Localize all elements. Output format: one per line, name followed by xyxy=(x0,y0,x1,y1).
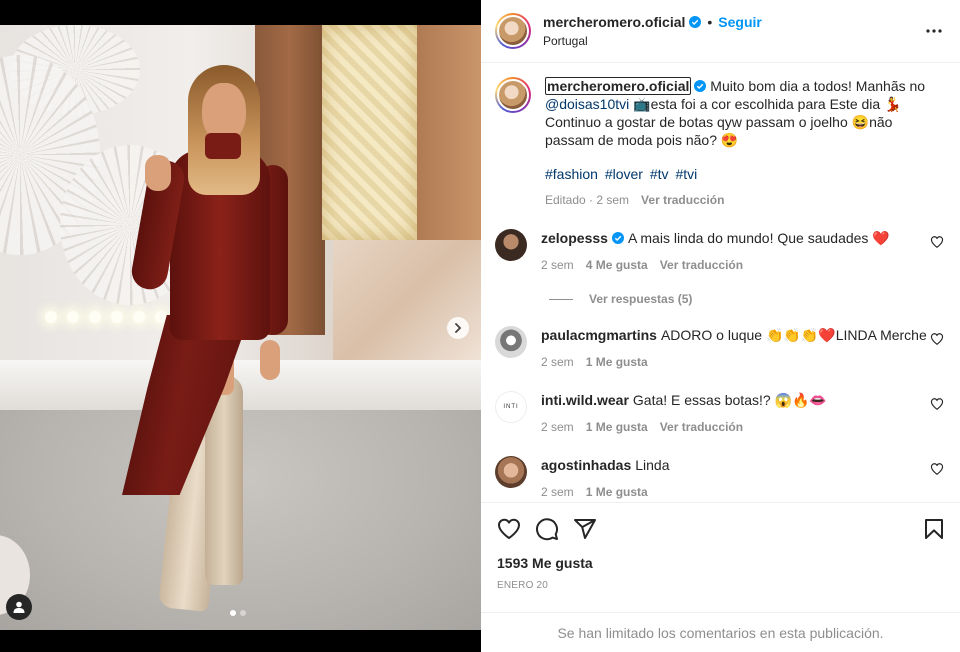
heart-icon[interactable] xyxy=(497,517,521,541)
decor-panel xyxy=(417,25,481,240)
post-date[interactable]: Enero 20 xyxy=(497,580,946,591)
tagged-users-button[interactable] xyxy=(6,594,32,620)
verified-badge-icon xyxy=(694,80,707,92)
laughing-emoji: 😆 xyxy=(851,114,870,130)
hashtag[interactable]: #tvi xyxy=(675,166,697,182)
caption-text: Continuo a gostar de botas qyw passam o … xyxy=(545,114,852,130)
hashtag-list: #fashion #lover #tv #tvi xyxy=(545,165,944,183)
comment-text: Gata! E essas botas!? 😱🔥👄 xyxy=(632,392,827,408)
post-sidebar: mercheromero.oficial • Seguir Portugal m… xyxy=(481,0,960,652)
comment-text: A mais linda do mundo! Que saudades ❤️ xyxy=(627,230,890,246)
author-username[interactable]: mercheromero.oficial xyxy=(543,14,685,30)
comment-text: ADORO o luque 👏👏👏❤️LINDA Merche xyxy=(660,327,927,343)
verified-badge-icon xyxy=(611,232,624,244)
comment-like-heart-icon[interactable] xyxy=(930,235,944,249)
decor-panel xyxy=(333,240,481,360)
post-photo[interactable] xyxy=(0,25,481,630)
next-image-button[interactable] xyxy=(447,317,469,339)
share-icon[interactable] xyxy=(573,517,597,541)
comments-limited-notice: Se han limitado los comentarios en esta … xyxy=(481,612,960,652)
post-media xyxy=(0,0,481,652)
hashtag[interactable]: #lover xyxy=(605,166,643,182)
hand xyxy=(260,340,280,380)
post-location[interactable]: Portugal xyxy=(543,34,922,48)
comment-item: INTI inti.wild.wear Gata! E essas botas!?… xyxy=(495,391,944,436)
carousel-dot xyxy=(230,610,236,616)
comment-time: 2 sem xyxy=(541,485,574,499)
carousel-indicator xyxy=(230,610,246,616)
user-tag-icon xyxy=(13,601,25,613)
comment-item: zelopesss A mais linda do mundo! Que saud… xyxy=(495,229,944,274)
comment-translate-link[interactable]: Ver traducción xyxy=(660,256,743,274)
comments-list[interactable]: mercheromero.oficial Muito bom dia a tod… xyxy=(481,63,960,502)
tv-emoji: 📺 xyxy=(629,96,651,112)
comment-username[interactable]: inti.wild.wear xyxy=(541,392,629,408)
view-replies-label: Ver respuestas (5) xyxy=(589,292,693,306)
replies-divider xyxy=(549,298,573,300)
commenter-avatar[interactable]: INTI xyxy=(495,391,527,423)
comment-likes[interactable]: 1 Me gusta xyxy=(586,353,648,371)
likes-count[interactable]: 1593 Me gusta xyxy=(497,555,946,571)
neck xyxy=(205,133,241,159)
caption-text: esta foi a cor escolhida para Este dia xyxy=(650,96,885,112)
more-options-icon xyxy=(926,29,942,33)
more-options-button[interactable] xyxy=(922,19,946,43)
comment-username[interactable]: agostinhadas xyxy=(541,457,631,473)
comment-like-heart-icon[interactable] xyxy=(930,397,944,411)
hand xyxy=(145,155,171,191)
bookmark-icon[interactable] xyxy=(922,517,946,541)
post-caption: mercheromero.oficial Muito bom dia a tod… xyxy=(495,77,944,209)
instagram-post-modal: mercheromero.oficial • Seguir Portugal m… xyxy=(0,0,960,652)
comment-time: 2 sem xyxy=(541,355,574,369)
chevron-right-icon xyxy=(455,323,462,333)
comment-translate-link[interactable]: Ver traducción xyxy=(660,418,743,436)
carousel-dot xyxy=(240,610,246,616)
comment-likes[interactable]: 1 Me gusta xyxy=(586,483,648,501)
heart-eyes-emoji: 😍 xyxy=(720,132,739,148)
hashtag[interactable]: #tv xyxy=(650,166,669,182)
view-replies-button[interactable]: Ver respuestas (5) xyxy=(549,292,944,306)
separator-dot: • xyxy=(707,14,713,30)
caption-edited-time: Editado · 2 sem xyxy=(545,193,630,207)
commenter-avatar[interactable] xyxy=(495,456,527,488)
hashtag[interactable]: #fashion xyxy=(545,166,598,182)
verified-badge-icon xyxy=(689,16,702,28)
follow-button[interactable]: Seguir xyxy=(718,14,762,30)
comment-text: Linda xyxy=(635,457,670,473)
comment-item: paulacmgmartins ADORO o luque 👏👏👏❤️LINDA … xyxy=(495,326,944,371)
post-header: mercheromero.oficial • Seguir Portugal xyxy=(481,0,960,63)
caption-avatar[interactable] xyxy=(495,77,531,113)
comment-like-heart-icon[interactable] xyxy=(930,462,944,476)
commenter-avatar[interactable] xyxy=(495,229,527,261)
comment-like-heart-icon[interactable] xyxy=(930,332,944,346)
post-actions-area: 1593 Me gusta Enero 20 xyxy=(481,502,960,612)
comment-time: 2 sem xyxy=(541,420,574,434)
author-avatar[interactable] xyxy=(495,13,531,49)
comment-item: agostinhadas Linda 2 sem 1 Me gusta xyxy=(495,456,944,501)
action-bar xyxy=(497,503,946,555)
dancer-emoji: 💃 xyxy=(884,96,902,112)
comment-username[interactable]: zelopesss xyxy=(541,230,608,246)
decor-panel xyxy=(322,25,417,240)
caption-username[interactable]: mercheromero.oficial xyxy=(545,77,692,95)
comment-icon[interactable] xyxy=(535,517,559,541)
comment-likes[interactable]: 1 Me gusta xyxy=(586,418,648,436)
caption-mention[interactable]: @doisas10tvi xyxy=(545,96,629,112)
comment-likes[interactable]: 4 Me gusta xyxy=(586,256,648,274)
commenter-avatar[interactable] xyxy=(495,326,527,358)
caption-text: Muito bom dia a todos! Manhãs no xyxy=(706,78,926,94)
comment-time: 2 sem xyxy=(541,258,574,272)
comment-username[interactable]: paulacmgmartins xyxy=(541,327,657,343)
caption-translate-link[interactable]: Ver traducción xyxy=(641,191,724,209)
